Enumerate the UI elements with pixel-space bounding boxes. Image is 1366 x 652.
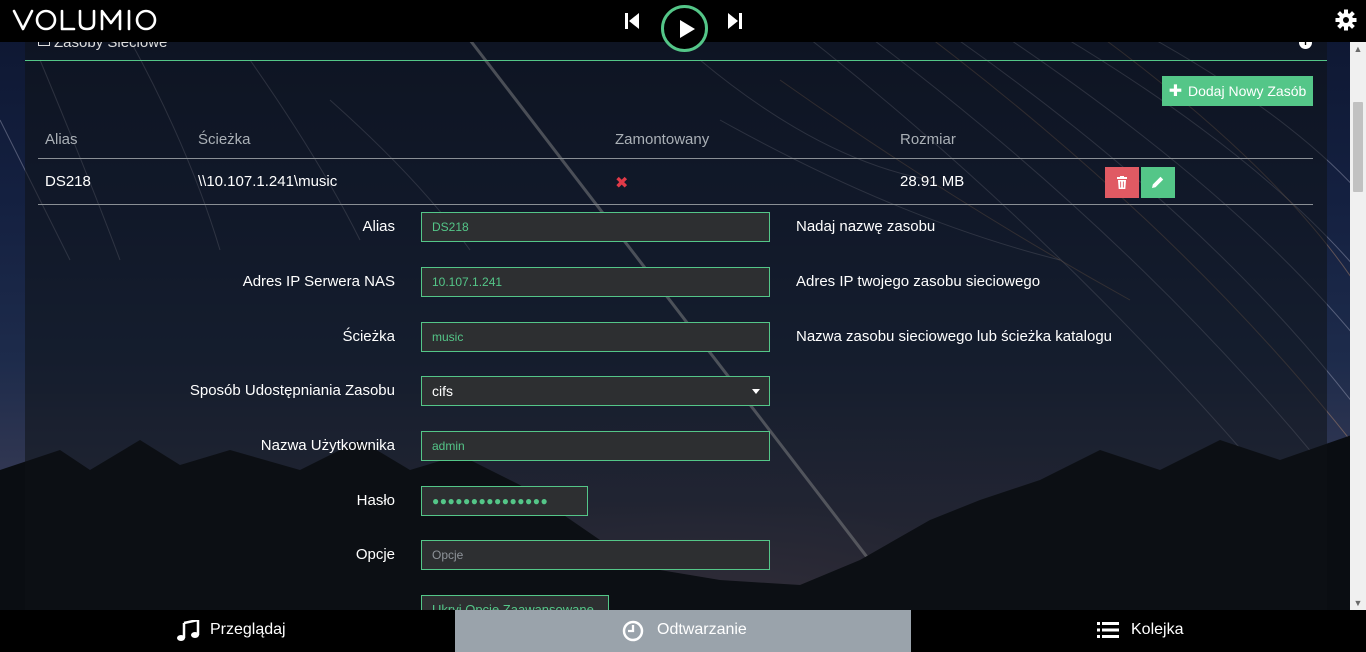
scroll-thumb[interactable]: [1353, 102, 1363, 192]
trash-icon: [1117, 176, 1127, 189]
transport-controls: [620, 2, 750, 52]
options-label: Opcje: [355, 546, 395, 563]
alias-help: Nadaj nazwę zasobu: [796, 218, 936, 235]
password-input[interactable]: ●●●●●●●●●●●●●●●: [421, 486, 588, 516]
column-header-alias: Alias: [45, 131, 78, 148]
volumio-logo-mark: [12, 9, 157, 31]
tab-playback-label: Odtwarzanie: [657, 621, 747, 638]
form-row-ip: Adres IP Serwera NAS 10.107.1.241 Adres …: [25, 267, 1327, 307]
form-row-username: Nazwa Użytkownika admin: [25, 431, 1327, 471]
column-header-size: Rozmiar: [900, 131, 956, 148]
form-row-share-type: Sposób Udostępniania Zasobu cifs: [25, 376, 1327, 416]
play-icon: [680, 20, 695, 38]
form-row-path: Ścieżka music Nazwa zasobu sieciowego lu…: [25, 322, 1327, 362]
tab-queue[interactable]: Kolejka: [911, 610, 1366, 652]
alias-input[interactable]: DS218: [421, 212, 770, 242]
username-label: Nazwa Użytkownika: [260, 437, 395, 454]
path-input[interactable]: music: [421, 322, 770, 352]
network-shares-panel: Zasoby Sieciowe i ✚ Dodaj Nowy Zasób Ali…: [25, 34, 1327, 625]
table-row: DS218 \\10.107.1.241\music ✖ 28.91 MB: [38, 160, 1313, 205]
share-type-label: Sposób Udostępniania Zasobu: [189, 382, 395, 399]
gear-icon[interactable]: [1335, 9, 1357, 31]
share-type-value: cifs: [432, 383, 453, 399]
alias-label: Alias: [362, 218, 395, 235]
form-row-password: Hasło ●●●●●●●●●●●●●●●: [25, 486, 1327, 526]
bottom-nav: Przeglądaj Odtwarzanie Kolejka: [0, 610, 1366, 652]
column-header-path: Ścieżka: [198, 131, 251, 148]
path-label: Ścieżka: [342, 328, 395, 345]
share-type-select[interactable]: cifs: [421, 376, 770, 406]
skip-next-icon[interactable]: [726, 11, 744, 31]
page-scrollbar[interactable]: ▲ ▼: [1350, 42, 1366, 610]
path-help: Nazwa zasobu sieciowego lub ścieżka kata…: [796, 328, 1113, 345]
scroll-down-arrow-icon[interactable]: ▼: [1350, 596, 1366, 610]
add-new-share-button[interactable]: ✚ Dodaj Nowy Zasób: [1162, 76, 1313, 106]
form-row-alias: Alias DS218 Nadaj nazwę zasobu: [25, 212, 1327, 252]
ip-help: Adres IP twojego zasobu sieciowego: [796, 273, 1041, 290]
password-label: Hasło: [356, 492, 395, 509]
pencil-icon: [1152, 176, 1164, 188]
ip-label: Adres IP Serwera NAS: [242, 273, 395, 290]
share-alias: DS218: [45, 173, 91, 190]
tab-browse[interactable]: Przeglądaj: [0, 610, 455, 652]
delete-share-button[interactable]: [1105, 167, 1139, 198]
username-input[interactable]: admin: [421, 431, 770, 461]
plus-icon: ✚: [1168, 83, 1183, 100]
add-new-share-label: Dodaj Nowy Zasób: [1188, 83, 1307, 99]
share-size: 28.91 MB: [900, 173, 965, 190]
options-input[interactable]: Opcje: [421, 540, 770, 570]
music-note-icon: [177, 620, 200, 641]
column-header-mounted: Zamontowany: [615, 131, 710, 148]
tab-browse-label: Przeglądaj: [210, 621, 286, 638]
play-button[interactable]: [661, 5, 708, 52]
caret-down-icon: [752, 389, 760, 394]
form-row-options: Opcje Opcje: [25, 540, 1327, 580]
scroll-up-arrow-icon[interactable]: ▲: [1350, 42, 1366, 56]
share-path: \\10.107.1.241\music: [198, 173, 338, 190]
ip-input[interactable]: 10.107.1.241: [421, 267, 770, 297]
not-mounted-icon: ✖: [615, 175, 629, 192]
table-header: Alias Ścieżka Zamontowany Rozmiar: [38, 124, 1313, 159]
volumio-logo[interactable]: [12, 8, 158, 39]
clock-icon: [622, 620, 644, 642]
list-icon: [1097, 622, 1119, 638]
tab-queue-label: Kolejka: [1131, 621, 1184, 638]
edit-share-button[interactable]: [1141, 167, 1175, 198]
tab-playback[interactable]: Odtwarzanie: [455, 610, 911, 652]
skip-previous-icon[interactable]: [623, 11, 641, 31]
top-bar: [0, 0, 1366, 52]
